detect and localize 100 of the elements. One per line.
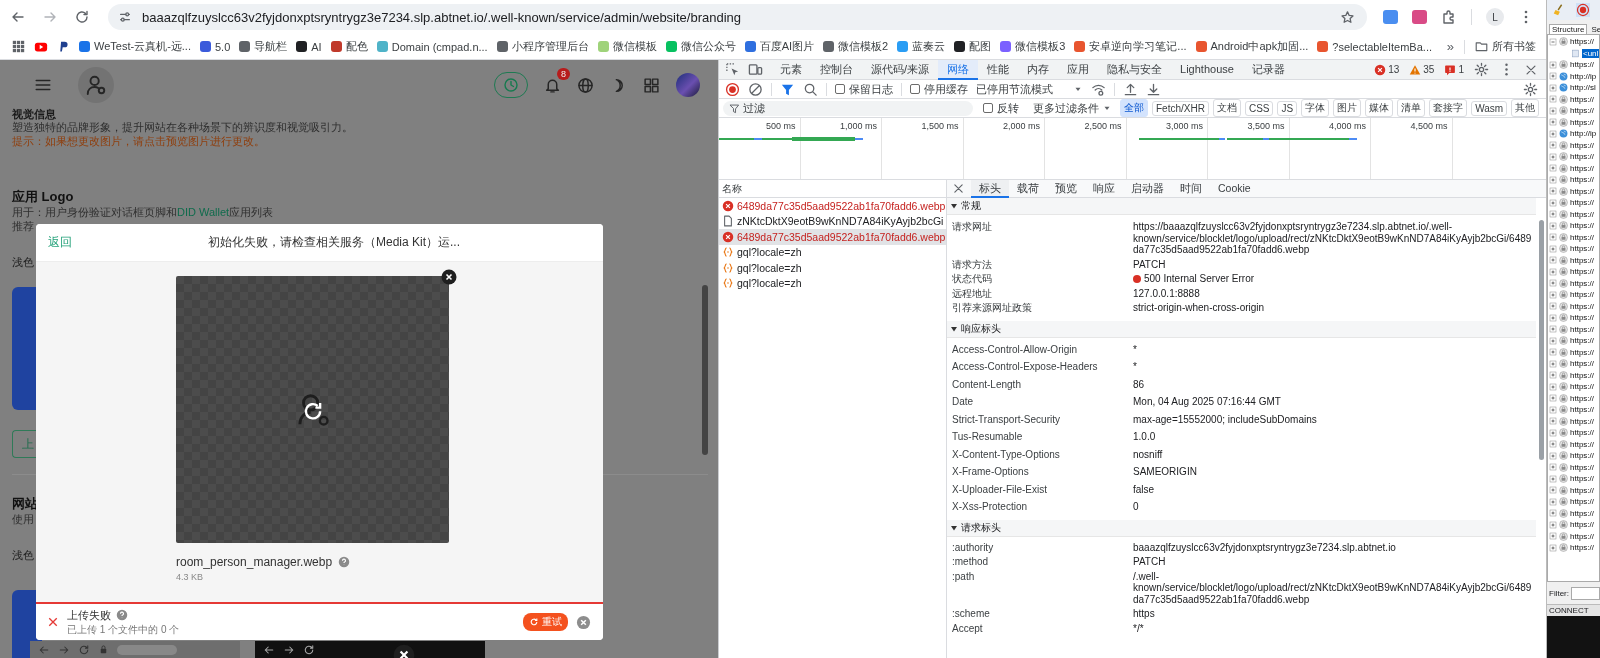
- expand-icon[interactable]: [1549, 371, 1557, 380]
- request-row[interactable]: gql?locale=zh: [719, 260, 946, 276]
- session-url[interactable]: https://: [1570, 531, 1594, 541]
- devtools-tab[interactable]: 应用: [1058, 59, 1099, 80]
- more-bookmarks-button[interactable]: »: [1446, 39, 1454, 54]
- request-row[interactable]: zNKtcDktX9eotB9wKnND7A84iKyAyjb2bcGi: [719, 213, 946, 229]
- expand-icon[interactable]: [1549, 532, 1557, 541]
- bookmark[interactable]: 蓝奏云: [897, 39, 946, 54]
- session-url[interactable]: https://: [1570, 60, 1594, 70]
- expand-icon[interactable]: [1549, 520, 1557, 529]
- profile-avatar[interactable]: L: [1486, 8, 1504, 26]
- type-filter-chip[interactable]: 其他: [1511, 99, 1540, 117]
- expand-icon[interactable]: [1549, 497, 1557, 506]
- remove-icon[interactable]: [441, 269, 457, 285]
- issue-count[interactable]: 1: [1444, 63, 1464, 76]
- request-row[interactable]: 6489da77c35d5aad9522ab1fa70fadd6.webp: [719, 229, 946, 245]
- request-row[interactable]: gql?locale=zh: [719, 244, 946, 260]
- session-url[interactable]: https://: [1570, 232, 1594, 242]
- record-icon[interactable]: [1576, 3, 1590, 17]
- expand-icon[interactable]: [1549, 244, 1557, 253]
- session-url[interactable]: https://: [1570, 324, 1594, 334]
- filter-input[interactable]: [1571, 586, 1600, 600]
- bookmark[interactable]: 小程序管理后台: [496, 39, 589, 54]
- error-count[interactable]: 13: [1374, 63, 1400, 76]
- more-filters-dropdown[interactable]: 更多过滤条件: [1033, 100, 1112, 116]
- expand-icon[interactable]: [1549, 336, 1557, 345]
- session-url[interactable]: https://: [1570, 267, 1594, 277]
- session-url[interactable]: https://: [1570, 370, 1594, 380]
- detail-tab[interactable]: 响应: [1085, 179, 1123, 198]
- session-url[interactable]: https://: [1570, 278, 1594, 288]
- expand-icon[interactable]: [1549, 152, 1557, 161]
- expand-icon[interactable]: [1549, 451, 1557, 460]
- expand-icon[interactable]: [1549, 417, 1557, 426]
- devtools-tab[interactable]: 内存: [1018, 59, 1059, 80]
- grid-icon[interactable]: [643, 76, 660, 94]
- filter-input[interactable]: 过滤: [723, 100, 973, 116]
- expand-icon[interactable]: [1549, 267, 1557, 276]
- expand-icon[interactable]: [1549, 463, 1557, 472]
- warning-count[interactable]: 35: [1409, 63, 1435, 76]
- session-url[interactable]: https://: [1570, 520, 1594, 530]
- session-url[interactable]: https://: [1570, 255, 1594, 265]
- reload-icon[interactable]: [74, 9, 90, 25]
- session-url[interactable]: https://: [1570, 508, 1594, 518]
- session-url[interactable]: http://ip: [1570, 129, 1597, 139]
- record-icon[interactable]: [725, 81, 740, 97]
- devtools-tab[interactable]: 性能: [978, 59, 1019, 80]
- session-url[interactable]: https://: [1570, 301, 1594, 311]
- bookmark[interactable]: 5.0: [200, 40, 231, 53]
- bookmark[interactable]: 百度AI图片: [744, 39, 815, 54]
- cancel-icon[interactable]: [576, 614, 591, 630]
- expand-icon[interactable]: [1549, 83, 1557, 92]
- star-icon[interactable]: [1340, 9, 1355, 25]
- checkbox[interactable]: [983, 103, 993, 113]
- devtools-tab[interactable]: 隐私与安全: [1098, 59, 1172, 80]
- session-url[interactable]: https://: [1570, 152, 1594, 162]
- puzzle-icon[interactable]: [1441, 9, 1457, 25]
- devtools-tab[interactable]: 元素: [771, 59, 811, 80]
- expand-icon[interactable]: [1549, 279, 1557, 288]
- column-header[interactable]: 名称: [719, 180, 946, 198]
- bookmark[interactable]: 微信模板2: [823, 39, 889, 54]
- expand-icon[interactable]: [1549, 359, 1557, 368]
- expand-icon[interactable]: [1549, 348, 1557, 357]
- download-icon[interactable]: [1146, 81, 1161, 97]
- session-url[interactable]: https://: [1570, 244, 1594, 254]
- expand-icon[interactable]: [1549, 474, 1557, 483]
- session-url[interactable]: https://: [1570, 186, 1594, 196]
- expand-icon[interactable]: [1549, 175, 1557, 184]
- throttling-dropdown[interactable]: 已停用节流模式: [976, 81, 1083, 97]
- type-filter-chip[interactable]: Fetch/XHR: [1152, 100, 1209, 116]
- scrollbar[interactable]: [702, 285, 708, 455]
- expand-icon[interactable]: [1549, 118, 1557, 127]
- session-url[interactable]: https://: [1570, 37, 1594, 47]
- expand-icon[interactable]: [1549, 256, 1557, 265]
- expand-icon[interactable]: [1549, 129, 1557, 138]
- site-info-icon[interactable]: [118, 10, 132, 24]
- session-url[interactable]: https://: [1570, 485, 1594, 495]
- apps-icon[interactable]: [12, 40, 25, 53]
- checkbox[interactable]: [835, 84, 845, 94]
- session-url[interactable]: https://: [1570, 221, 1594, 231]
- detail-tab[interactable]: Cookie: [1210, 179, 1259, 198]
- expand-icon[interactable]: [1549, 72, 1557, 81]
- expand-icon[interactable]: [1549, 221, 1557, 230]
- session-url[interactable]: https://: [1570, 474, 1594, 484]
- expand-icon[interactable]: [1549, 95, 1557, 104]
- devtools-tab[interactable]: 网络: [938, 59, 979, 80]
- session-url[interactable]: https://: [1570, 439, 1594, 449]
- bookmark[interactable]: 导航栏: [239, 39, 288, 54]
- avatar[interactable]: [676, 73, 700, 97]
- expand-icon[interactable]: [1549, 233, 1557, 242]
- type-filter-chip[interactable]: 字体: [1301, 99, 1330, 117]
- session-url[interactable]: https://: [1570, 416, 1594, 426]
- settings-icon[interactable]: [1523, 81, 1538, 97]
- scrollbar[interactable]: [1539, 220, 1544, 460]
- type-filter-chip[interactable]: Wasm: [1471, 100, 1508, 116]
- section-header[interactable]: 常规: [947, 198, 1536, 215]
- type-filter-chip[interactable]: 图片: [1333, 99, 1362, 117]
- session-url[interactable]: https://: [1570, 209, 1594, 219]
- expand-icon[interactable]: [1549, 290, 1557, 299]
- checkbox[interactable]: [910, 84, 920, 94]
- session-url[interactable]: https://: [1570, 428, 1594, 438]
